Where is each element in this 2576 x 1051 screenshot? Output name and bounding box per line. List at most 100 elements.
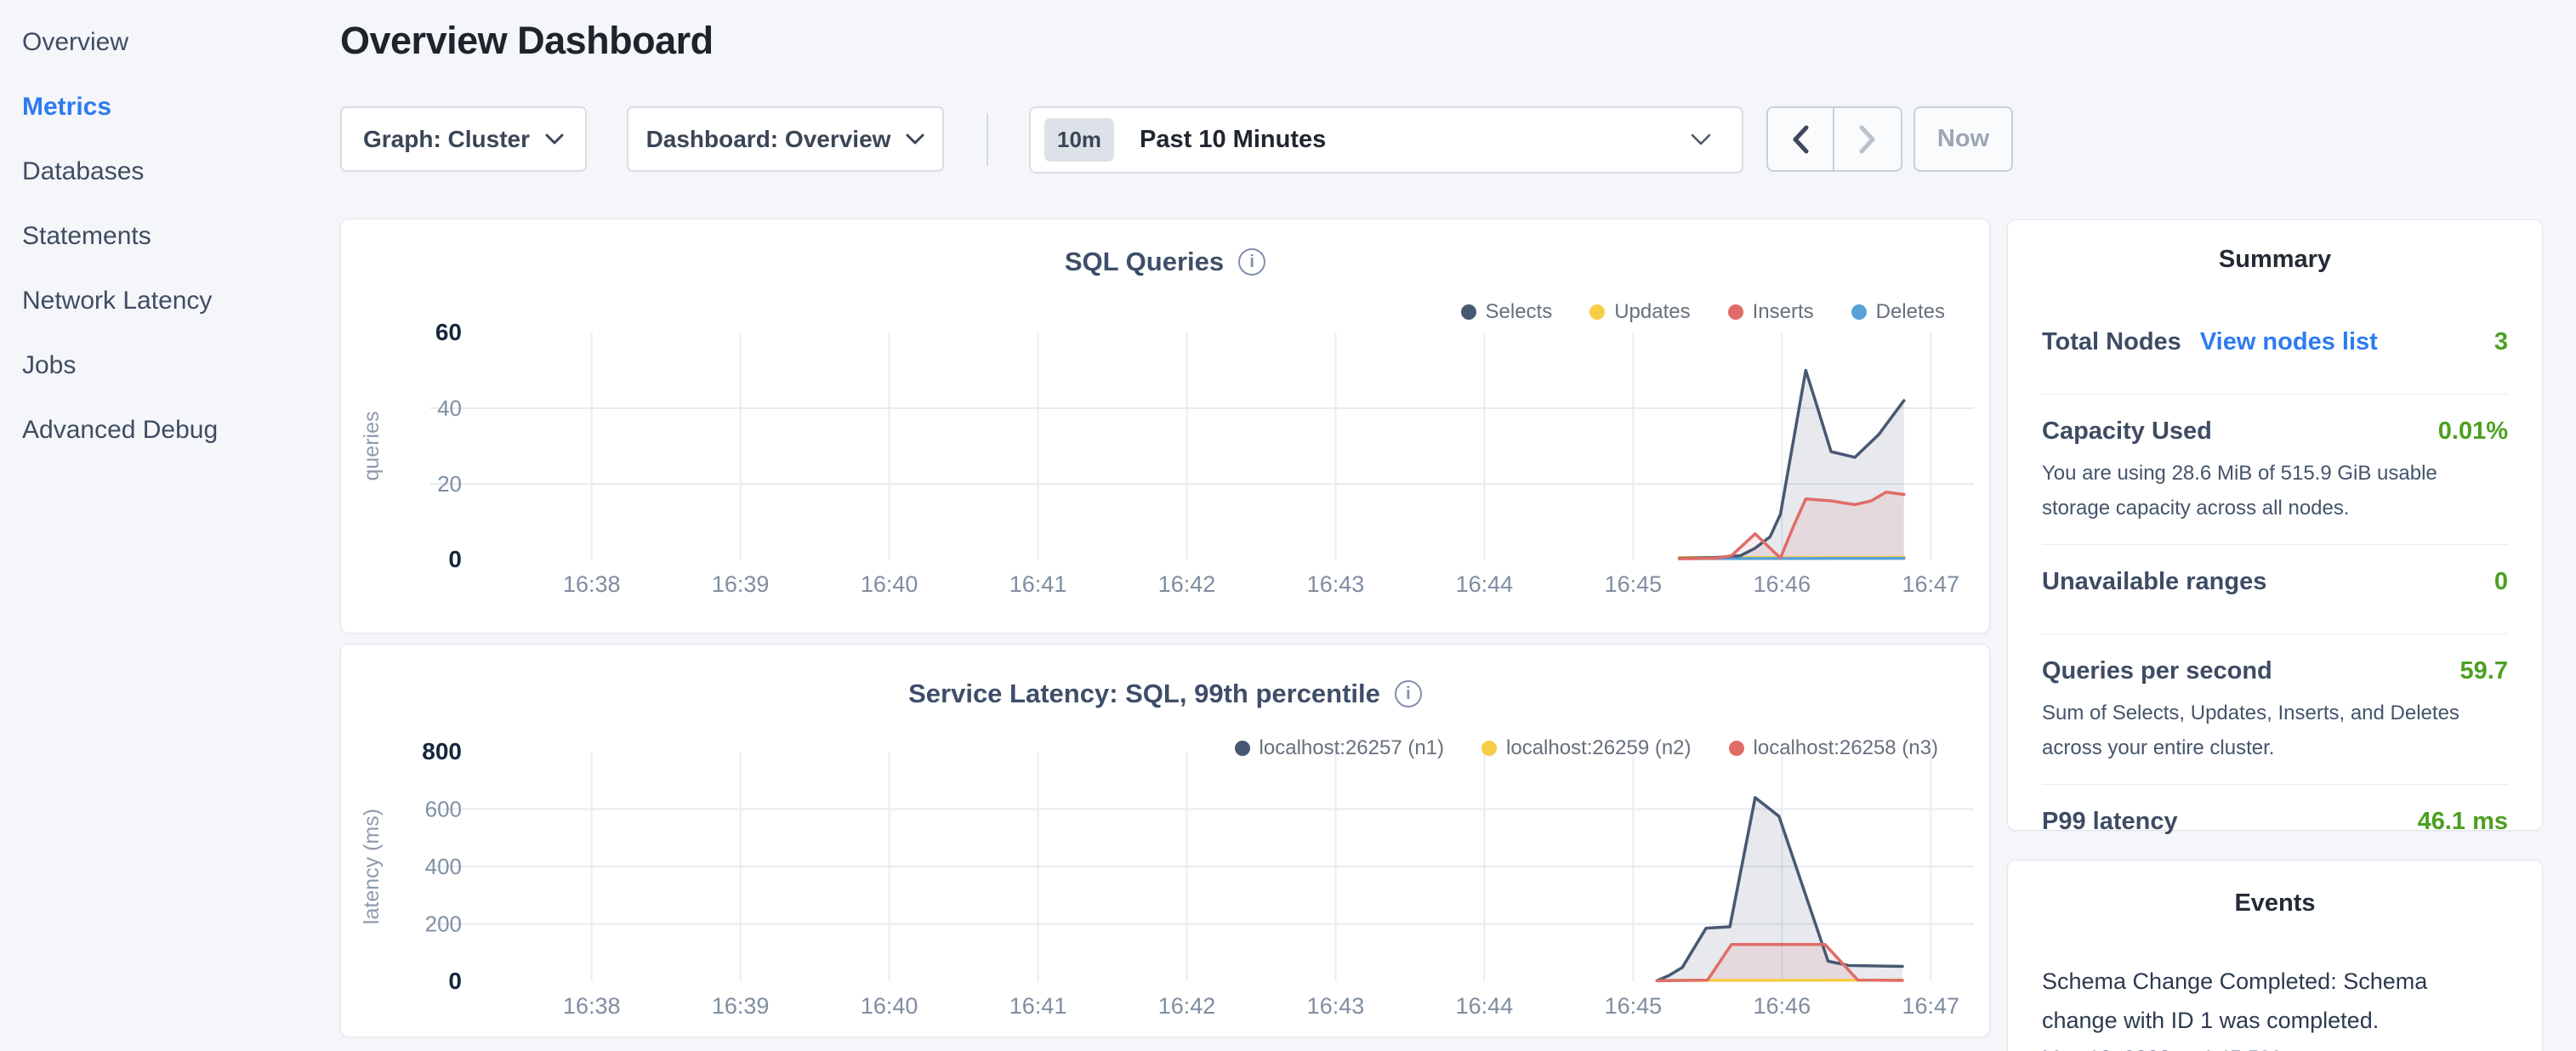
graph-dropdown-label: Graph: Cluster [363,126,530,153]
summary-row-p99-latency: P99 latency 46.1 ms [2042,808,2508,836]
svg-text:20: 20 [437,471,462,497]
legend-item: localhost:26258 (n3) [1729,736,1938,760]
svg-text:16:43: 16:43 [1307,993,1365,1019]
sidebar-item-overview[interactable]: Overview [0,10,323,75]
time-range-label: Past 10 Minutes [1140,126,1326,154]
chevron-down-icon [1691,134,1711,145]
legend-item: localhost:26257 (n1) [1235,736,1444,760]
view-nodes-list-link[interactable]: View nodes list [2200,328,2378,356]
toolbar: Graph: Cluster Dashboard: Overview 10m P… [0,106,2576,172]
legend-label: localhost:26257 (n1) [1260,736,1444,760]
svg-text:16:43: 16:43 [1307,571,1365,597]
legend-label: localhost:26259 (n2) [1506,736,1691,760]
sidebar: Overview Metrics Databases Statements Ne… [0,10,323,463]
svg-text:800: 800 [422,738,462,764]
sidebar-item-jobs[interactable]: Jobs [0,333,323,398]
service-latency-card: Service Latency: SQL, 99th percentile i … [340,644,1990,1037]
summary-row-unavailable-ranges: Unavailable ranges 0 [2042,568,2508,596]
legend-label: localhost:26258 (n3) [1754,736,1938,760]
time-range-badge: 10m [1044,118,1114,162]
divider [2042,394,2508,395]
chevron-down-icon [906,134,924,145]
p99-latency-value: 46.1 ms [2418,808,2508,836]
svg-text:16:45: 16:45 [1605,993,1663,1019]
time-nav-group [1766,106,1902,172]
event-item-text: Schema Change Completed: Schema change w… [2042,962,2508,1040]
p99-latency-label: P99 latency [2042,808,2178,836]
svg-text:16:44: 16:44 [1456,571,1514,597]
svg-text:16:44: 16:44 [1456,993,1514,1019]
legend-label: Inserts [1753,300,1814,324]
qps-value: 59.7 [2460,657,2508,685]
time-prev-button[interactable] [1768,108,1834,170]
svg-text:600: 600 [425,797,462,822]
legend-item: localhost:26259 (n2) [1481,736,1691,760]
svg-text:0: 0 [448,968,462,994]
legend-label: Updates [1614,300,1690,324]
summary-row-qps: Queries per second 59.7 [2042,657,2508,685]
svg-text:0: 0 [448,546,462,572]
legend-dot-icon [1851,304,1867,320]
legend-label: Deletes [1876,300,1945,324]
legend-label: Selects [1486,300,1553,324]
dashboard-dropdown[interactable]: Dashboard: Overview [627,106,944,172]
legend-dot-icon [1589,304,1605,320]
legend-dot-icon [1461,304,1476,320]
time-range-selector[interactable]: 10m Past 10 Minutes [1029,106,1743,173]
legend-item: Deletes [1851,300,1945,324]
svg-text:16:41: 16:41 [1009,571,1067,597]
sidebar-item-network-latency[interactable]: Network Latency [0,269,323,333]
sql-queries-legend: Selects Updates Inserts Deletes [1461,300,1946,324]
svg-text:16:38: 16:38 [563,571,621,597]
svg-text:40: 40 [437,395,462,421]
summary-title: Summary [2042,246,2508,274]
events-title: Events [2042,889,2508,917]
divider [2042,784,2508,785]
legend-dot-icon [1481,741,1497,756]
time-next-button[interactable] [1834,108,1901,170]
now-button[interactable]: Now [1914,106,2013,172]
total-nodes-value: 3 [2494,328,2508,356]
summary-panel: Summary Total Nodes View nodes list 3 Ca… [2007,219,2543,831]
capacity-used-value: 0.01% [2438,418,2508,446]
sql-queries-card: SQL Queries i Selects Updates Inserts Delet… [340,219,1990,633]
legend-dot-icon [1728,304,1743,320]
svg-text:16:39: 16:39 [712,993,770,1019]
svg-text:16:38: 16:38 [563,993,621,1019]
info-icon[interactable]: i [1238,248,1265,276]
sql-queries-chart[interactable]: 16:3816:3916:4016:4116:4216:4316:4416:45… [341,219,1991,634]
graph-dropdown[interactable]: Graph: Cluster [340,106,587,172]
legend-item: Selects [1461,300,1553,324]
total-nodes-label: Total Nodes [2042,328,2181,356]
divider [2042,544,2508,545]
qps-description: Sum of Selects, Updates, Inserts, and De… [2042,696,2508,765]
dashboard-dropdown-label: Dashboard: Overview [646,126,891,153]
legend-item: Inserts [1728,300,1814,324]
chevron-left-icon [1791,125,1810,154]
svg-text:16:46: 16:46 [1754,993,1811,1019]
toolbar-divider [987,113,988,166]
svg-text:16:40: 16:40 [861,571,918,597]
chart-title-service-latency: Service Latency: SQL, 99th percentile [908,679,1380,709]
info-icon[interactable]: i [1395,680,1422,707]
event-item-time: May 13, 2020 at 4:45 PM [2042,1047,2508,1051]
chevron-down-icon [545,134,564,145]
svg-text:16:47: 16:47 [1902,571,1959,597]
chevron-right-icon [1858,125,1877,154]
sidebar-item-advanced-debug[interactable]: Advanced Debug [0,398,323,463]
legend-item: Updates [1589,300,1690,324]
service-latency-legend: localhost:26257 (n1) localhost:26259 (n2)… [1235,736,1938,760]
unavailable-ranges-label: Unavailable ranges [2042,568,2266,596]
svg-text:latency (ms): latency (ms) [360,809,384,924]
sidebar-item-statements[interactable]: Statements [0,204,323,269]
summary-row-total-nodes: Total Nodes View nodes list 3 [2042,328,2508,356]
svg-text:16:45: 16:45 [1605,571,1663,597]
page-title: Overview Dashboard [340,19,714,63]
chart-title-sql-queries: SQL Queries [1065,247,1224,277]
svg-text:60: 60 [435,319,462,345]
svg-text:16:40: 16:40 [861,993,918,1019]
legend-dot-icon [1235,741,1250,756]
svg-text:queries: queries [360,412,384,481]
unavailable-ranges-value: 0 [2494,568,2508,596]
summary-row-capacity-used: Capacity Used 0.01% [2042,418,2508,446]
